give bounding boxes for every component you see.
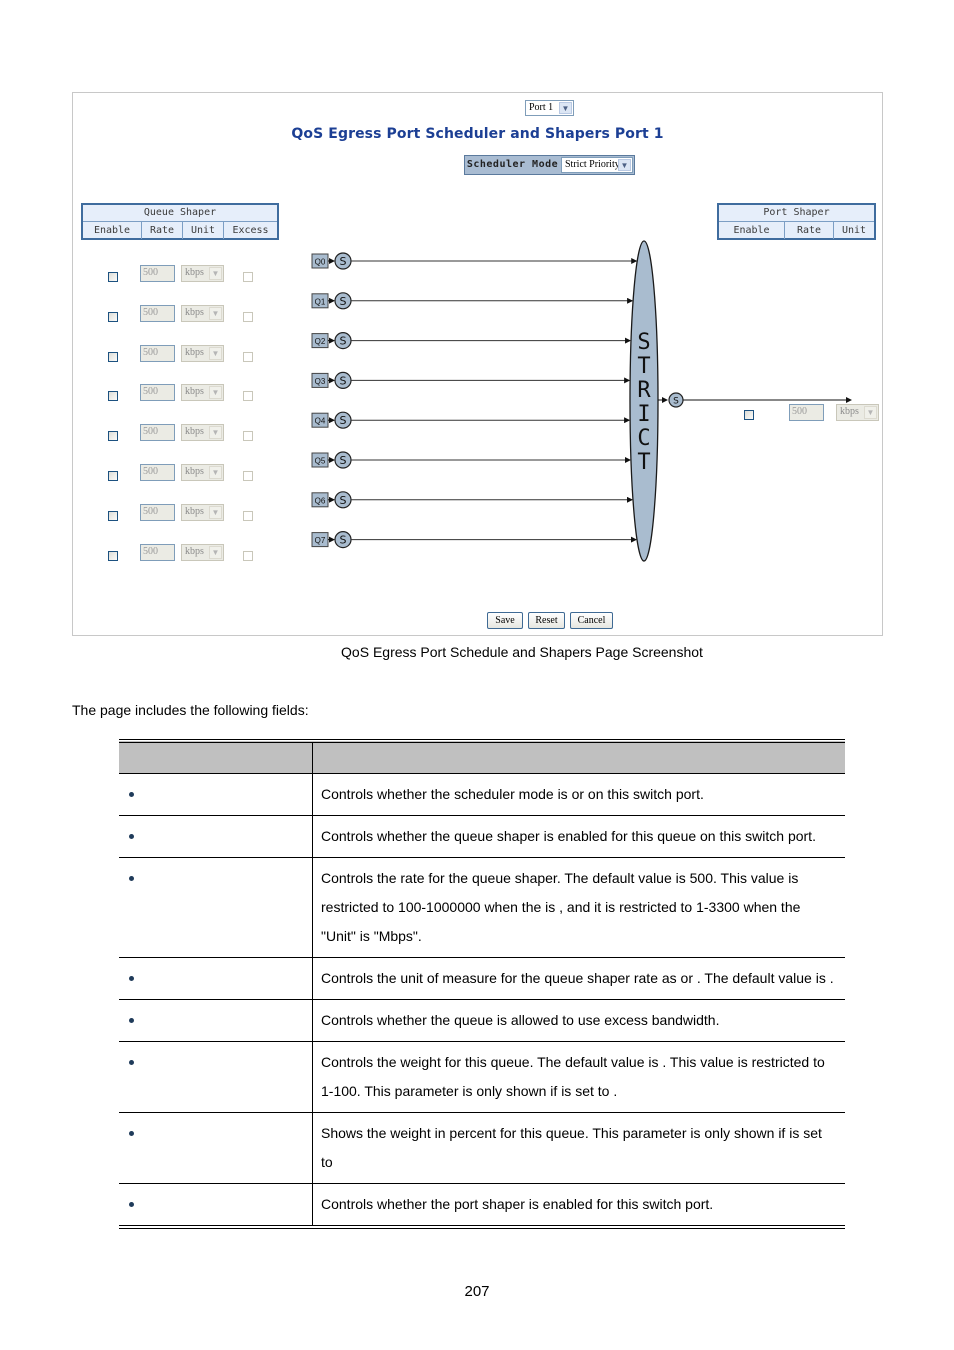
description-cell: Controls whether the queue shaper is ena… [312,815,845,858]
shaper-symbol: S [340,494,347,507]
table-row: Controls the unit of measure for the que… [119,957,845,1000]
object-header [119,741,313,774]
scheduler-letter: S [637,330,650,355]
fields-table: Controls whether the scheduler mode is o… [119,739,845,1229]
bullet-icon [129,1131,134,1136]
scheduler-letter: T [637,450,650,475]
web-ui-screenshot: Port 1 ▼ QoS Egress Port Scheduler and S… [72,92,883,636]
shaper-symbol: S [340,295,347,308]
object-cell [119,1112,313,1184]
description-cell: Controls whether the port shaper is enab… [312,1183,845,1228]
description-cell: Controls the unit of measure for the que… [312,957,845,1000]
queue-label: Q5 [315,457,326,466]
bullet-icon [129,1202,134,1207]
shaper-symbol: S [340,374,347,387]
page-number: 207 [464,1283,490,1300]
cancel-button[interactable]: Cancel [570,612,613,629]
intro-text: The page includes the following fields: [72,702,309,718]
table-row: Controls the weight for this queue. The … [119,1041,845,1113]
shaper-symbol: S [340,255,347,268]
shaper-symbol: S [340,414,347,427]
description-cell: Controls whether the queue is allowed to… [312,999,845,1042]
table-row: Controls whether the queue is allowed to… [119,999,845,1042]
table-row: Controls whether the queue shaper is ena… [119,815,845,858]
save-button[interactable]: Save [487,612,523,629]
object-cell [119,999,313,1042]
bullet-icon [129,792,134,797]
queue-label: Q7 [315,536,326,545]
queue-label: Q0 [315,258,326,267]
queue-label: Q6 [315,496,326,505]
bullet-icon [129,876,134,881]
table-row: Shows the weight in percent for this que… [119,1112,845,1184]
bullet-icon [129,1060,134,1065]
description-cell: Controls whether the scheduler mode is o… [312,773,845,816]
queue-label: Q2 [315,337,326,346]
object-cell [119,957,313,1000]
scheduler-letter: T [637,354,650,379]
object-cell [119,1183,313,1228]
table-row: Controls whether the scheduler mode is o… [119,773,845,816]
table-row: Controls the rate for the queue shaper. … [119,857,845,958]
scheduler-letter: I [637,402,650,427]
queue-label: Q1 [315,297,326,306]
description-header [312,741,845,774]
port-shaper-symbol: S [673,397,679,407]
scheduler-diagram: Q0 SQ1 SQ2 SQ3 SQ4 SQ5 SQ6 SQ7 SSTRICTS [311,240,852,562]
object-cell [119,1041,313,1113]
object-cell [119,773,313,816]
scheduler-letter: R [637,378,651,403]
shaper-symbol: S [340,335,347,348]
bullet-icon [129,1018,134,1023]
object-cell [119,857,313,958]
figure-caption: QoS Egress Port Schedule and Shapers Pag… [341,644,703,660]
description-cell: Shows the weight in percent for this que… [312,1112,845,1184]
bullet-icon [129,976,134,981]
description-cell: Controls the weight for this queue. The … [312,1041,845,1113]
queue-label: Q4 [315,417,326,426]
bullet-icon [129,834,134,839]
shaper-symbol: S [340,534,347,547]
queue-label: Q3 [315,377,326,386]
table-row: Controls whether the port shaper is enab… [119,1183,845,1228]
reset-button[interactable]: Reset [528,612,565,629]
description-cell: Controls the rate for the queue shaper. … [312,857,845,958]
shaper-symbol: S [340,454,347,467]
object-cell [119,815,313,858]
scheduler-letter: C [637,426,650,451]
